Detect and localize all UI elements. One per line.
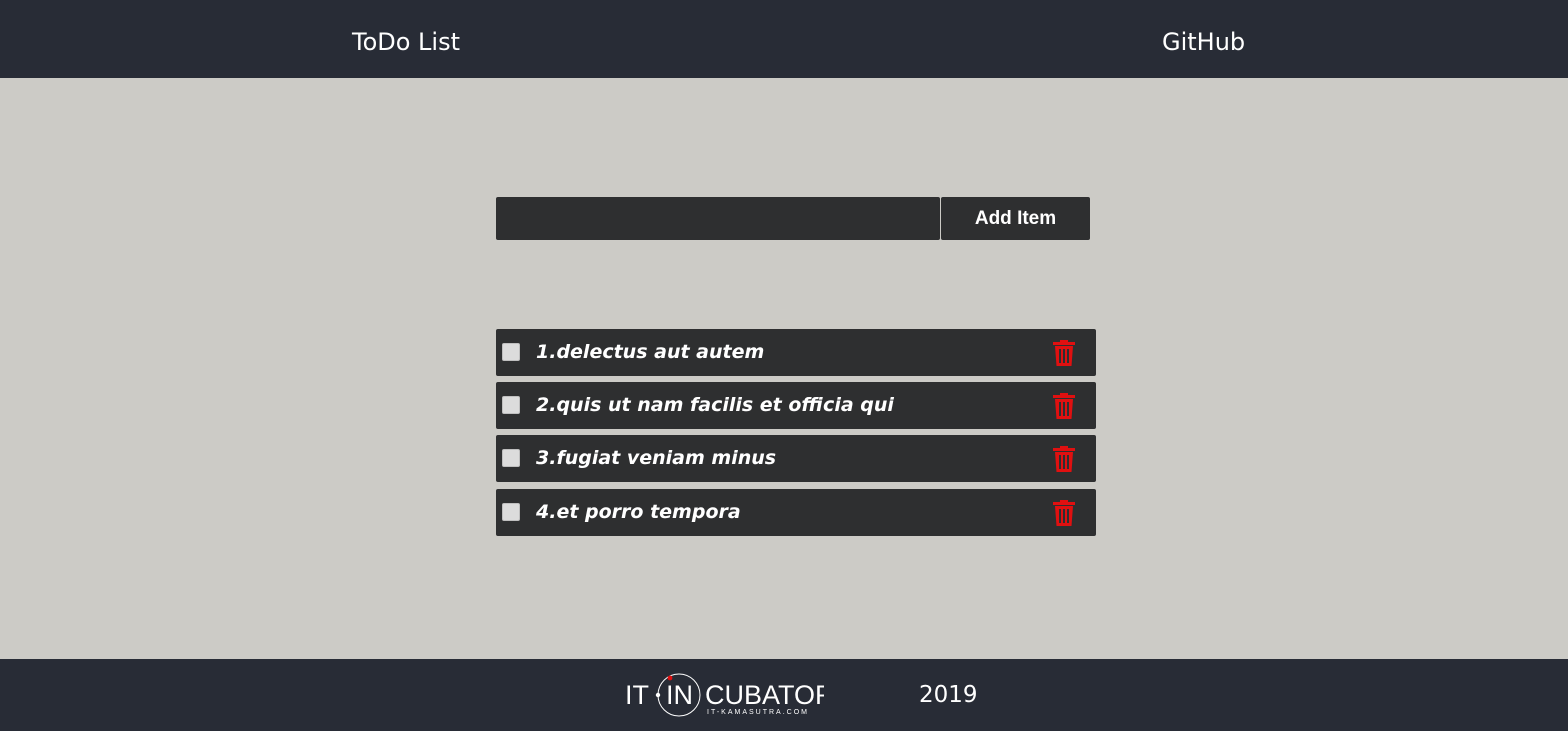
svg-text:IT: IT xyxy=(625,680,649,710)
todo-item-text: 3.fugiat veniam minus xyxy=(536,447,777,469)
trash-icon[interactable] xyxy=(1052,446,1076,472)
todo-item: 4.et porro tempora xyxy=(496,489,1096,536)
trash-icon[interactable] xyxy=(1052,393,1076,419)
todo-item: 1.delectus aut autem xyxy=(496,329,1096,376)
site-header: ToDo List GitHub xyxy=(0,0,1568,78)
add-item-button[interactable]: Add Item xyxy=(941,197,1090,240)
todo-item: 2.quis ut nam facilis et officia qui xyxy=(496,382,1096,429)
svg-text:IN: IN xyxy=(666,680,693,710)
todo-checkbox[interactable] xyxy=(502,343,520,361)
trash-icon[interactable] xyxy=(1052,500,1076,526)
nav-link-github[interactable]: GitHub xyxy=(1162,0,1245,78)
todo-item-text: 1.delectus aut autem xyxy=(536,341,765,363)
nav-link-todo-list[interactable]: ToDo List xyxy=(352,0,460,78)
svg-text:CUBATOR: CUBATOR xyxy=(705,680,824,710)
new-item-input[interactable] xyxy=(496,197,940,240)
todo-item-text: 4.et porro tempora xyxy=(536,501,741,523)
todo-checkbox[interactable] xyxy=(502,449,520,467)
todo-item-text: 2.quis ut nam facilis et officia qui xyxy=(536,394,894,416)
todo-checkbox[interactable] xyxy=(502,396,520,414)
footer-year: 2019 xyxy=(919,682,978,708)
svg-text:IT-KAMASUTRA.COM: IT-KAMASUTRA.COM xyxy=(707,709,809,716)
todo-item: 3.fugiat veniam minus xyxy=(496,435,1096,482)
it-incubator-logo: IT IN CUBATOR IT-KAMASUTRA.COM xyxy=(624,670,835,720)
trash-icon[interactable] xyxy=(1052,340,1076,366)
todo-checkbox[interactable] xyxy=(502,503,520,521)
